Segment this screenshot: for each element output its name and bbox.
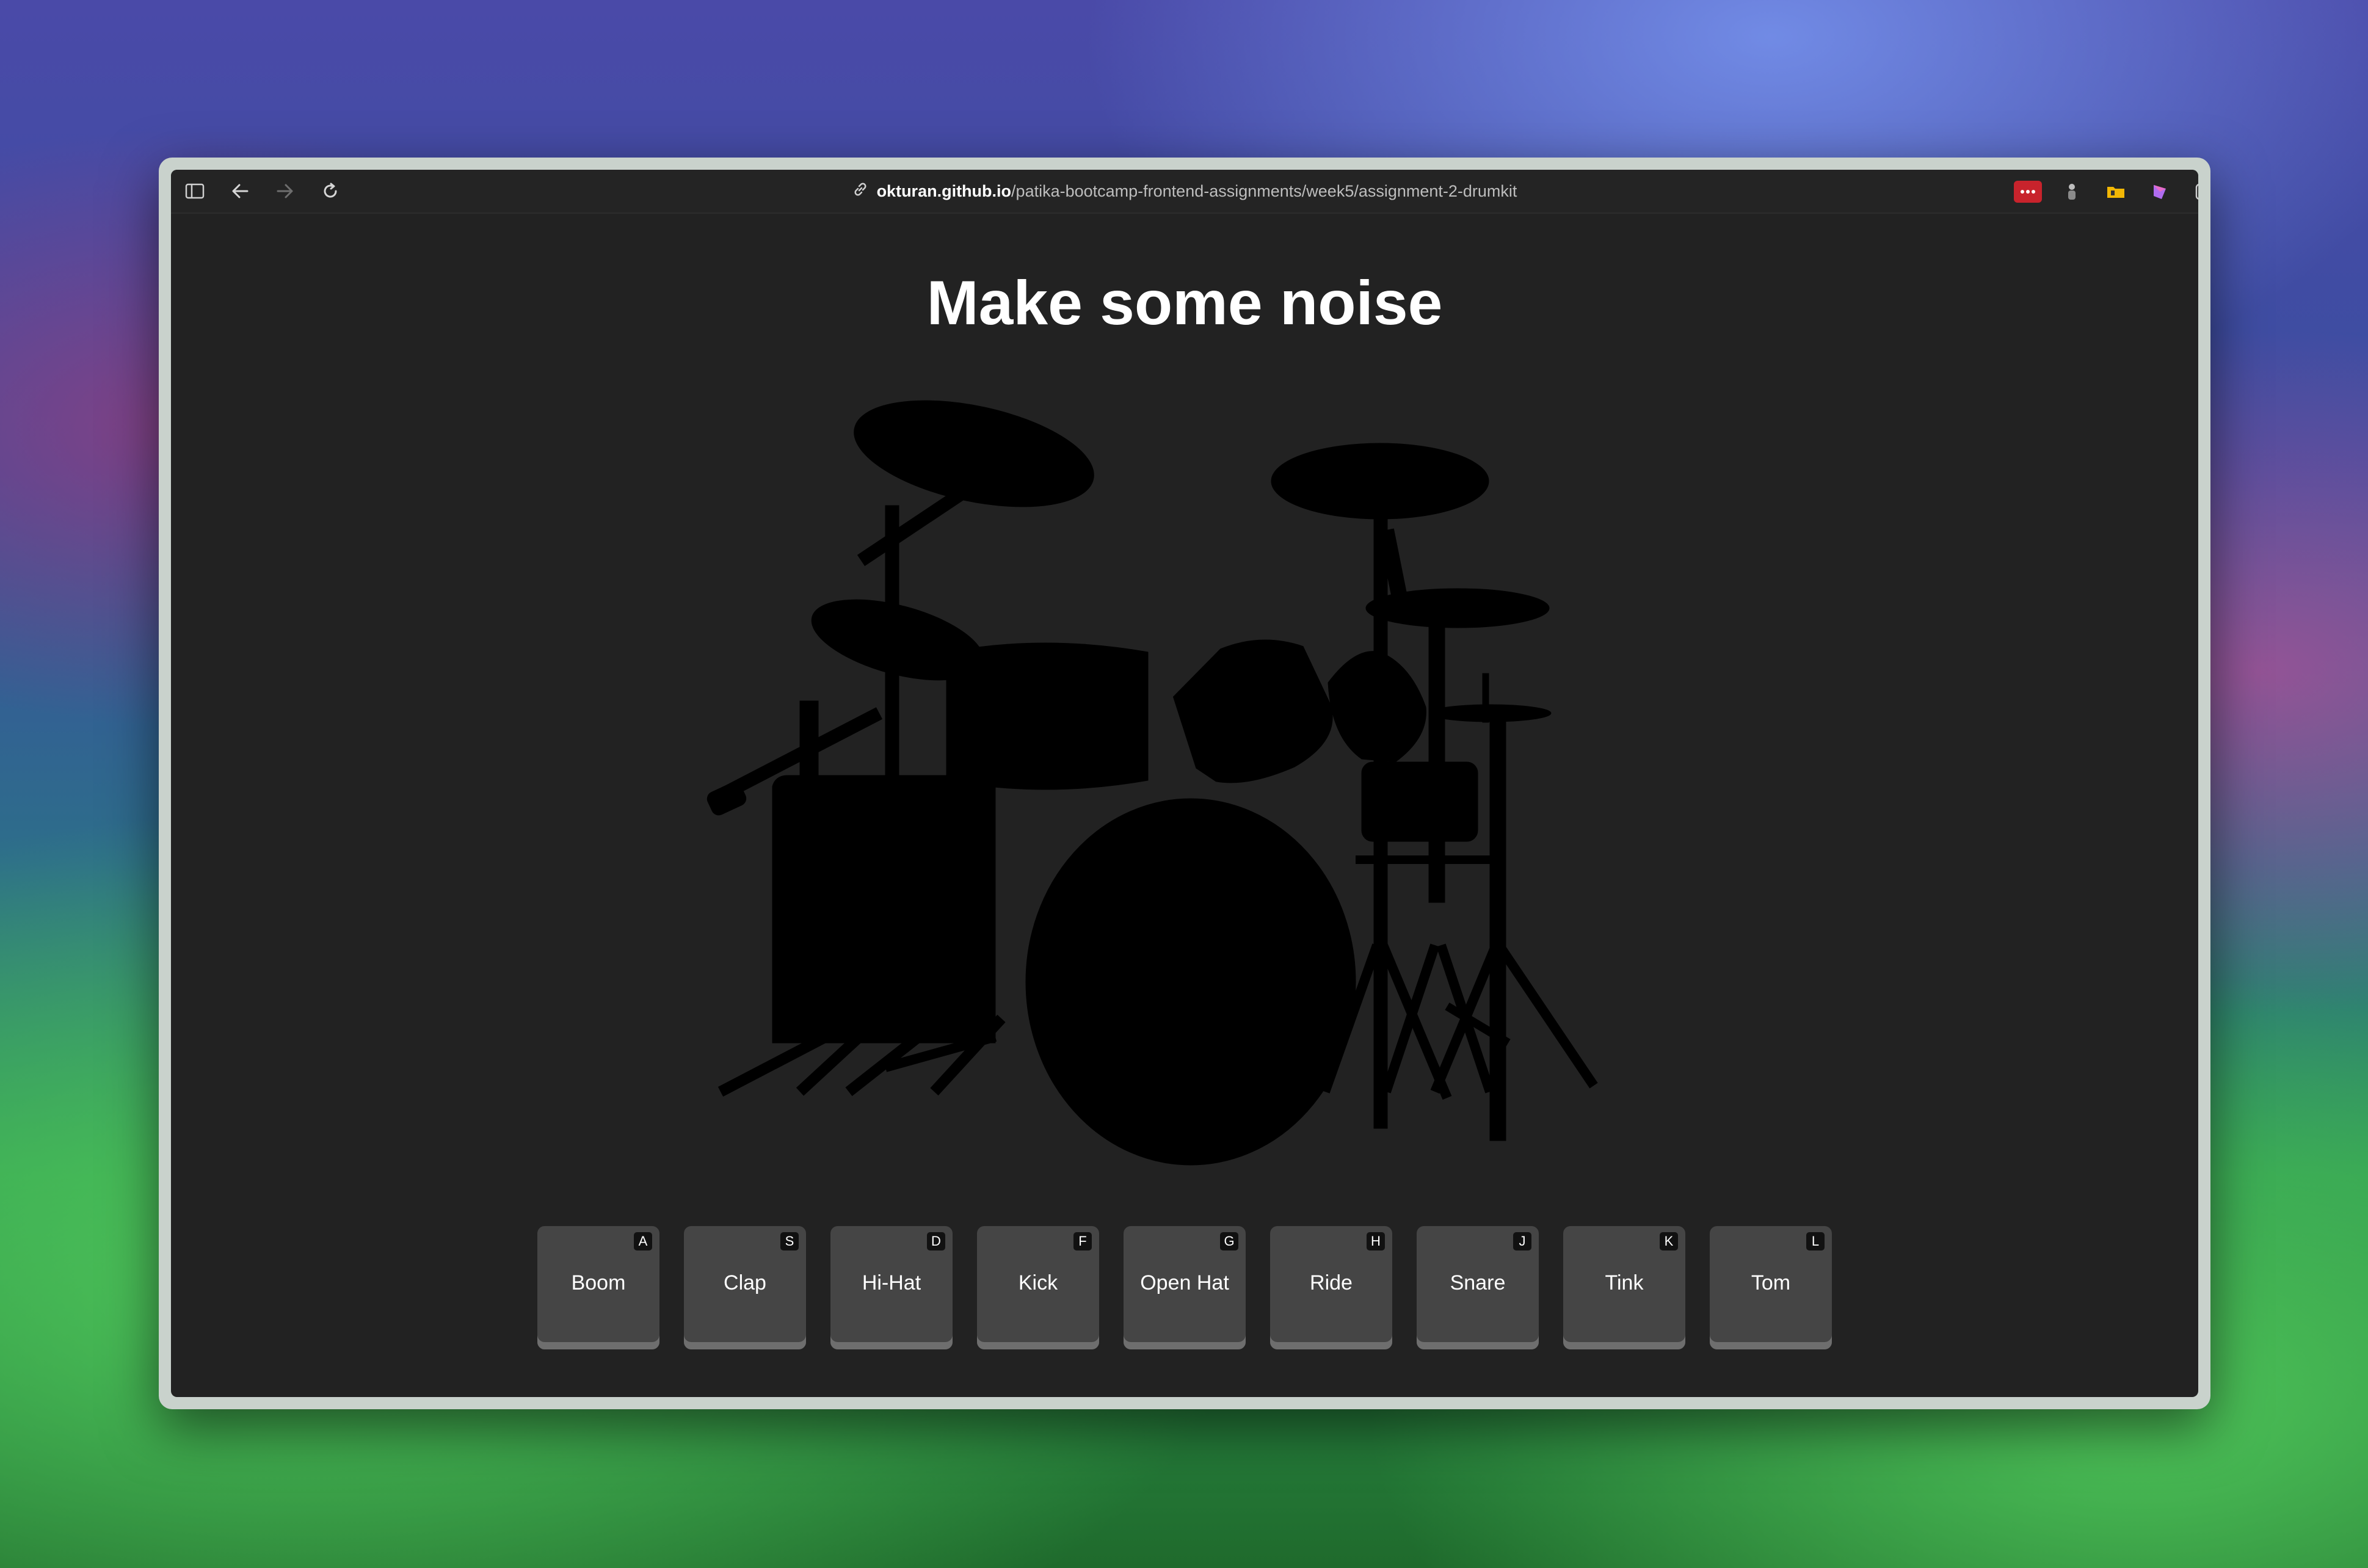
browser-content: okturan.github.io/patika-bootcamp-fronte… [171, 170, 2198, 1397]
key-label: Kick [1018, 1271, 1058, 1294]
key-letter: D [927, 1232, 945, 1250]
key-label: Snare [1450, 1271, 1506, 1294]
key-label: Boom [571, 1271, 626, 1294]
key-letter: S [780, 1232, 799, 1250]
key-open-hat[interactable]: G Open Hat [1124, 1226, 1246, 1349]
key-label: Tom [1751, 1271, 1791, 1294]
key-letter: G [1220, 1232, 1238, 1250]
extension-folder-icon[interactable] [2102, 181, 2130, 203]
extension-figure-icon[interactable] [2058, 181, 2086, 203]
browser-toolbar: okturan.github.io/patika-bootcamp-fronte… [171, 170, 2198, 214]
key-ride[interactable]: H Ride [1270, 1226, 1392, 1349]
key-label: Open Hat [1140, 1271, 1229, 1294]
key-letter: A [634, 1232, 652, 1250]
key-clap[interactable]: S Clap [684, 1226, 806, 1349]
key-hi-hat[interactable]: D Hi-Hat [830, 1226, 953, 1349]
url-path: /patika-bootcamp-frontend-assignments/we… [1011, 181, 1517, 200]
key-letter: J [1513, 1232, 1531, 1250]
key-letter: L [1806, 1232, 1825, 1250]
drum-kit-silhouette [706, 400, 1598, 1166]
key-letter: F [1073, 1232, 1092, 1250]
key-label: Tink [1605, 1271, 1644, 1294]
browser-window: okturan.github.io/patika-bootcamp-fronte… [159, 158, 2210, 1409]
drum-keys: A Boom S Clap D Hi-Hat F Kick G Open Hat… [537, 1226, 1838, 1360]
link-icon [852, 181, 868, 201]
page-title: Make some noise [926, 268, 1443, 338]
key-letter: H [1367, 1232, 1385, 1250]
key-tink[interactable]: K Tink [1563, 1226, 1685, 1349]
extension-red-icon[interactable] [2014, 181, 2042, 203]
key-label: Ride [1310, 1271, 1353, 1294]
key-label: Clap [724, 1271, 766, 1294]
key-snare[interactable]: J Snare [1417, 1226, 1539, 1349]
extension-color-icon[interactable] [2146, 181, 2174, 203]
key-tom[interactable]: L Tom [1710, 1226, 1832, 1349]
key-boom[interactable]: A Boom [537, 1226, 659, 1349]
url-host: okturan.github.io [876, 181, 1012, 200]
key-letter: K [1660, 1232, 1678, 1250]
key-label: Hi-Hat [862, 1271, 921, 1294]
address-bar[interactable]: okturan.github.io/patika-bootcamp-fronte… [171, 170, 2198, 212]
key-kick[interactable]: F Kick [977, 1226, 1099, 1349]
extension-reader-icon[interactable] [2190, 181, 2198, 203]
